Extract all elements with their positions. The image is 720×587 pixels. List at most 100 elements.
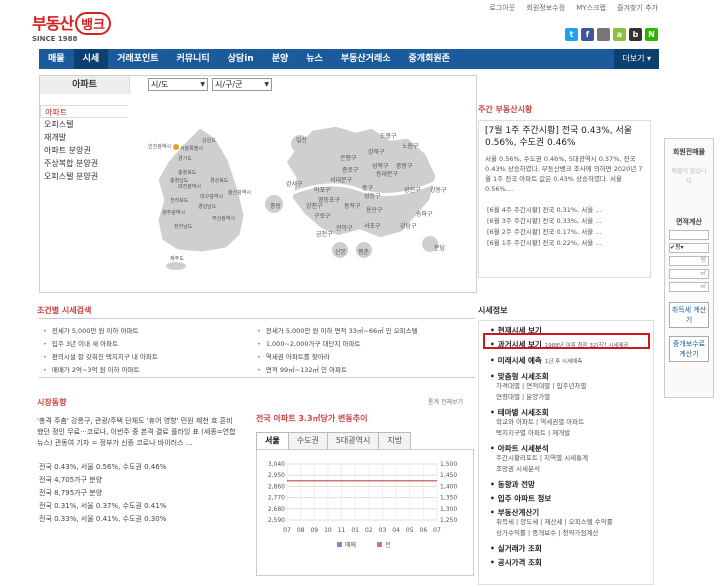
market-subitem[interactable]: 학교와 아파트 | 역세권별 아파트 <box>490 417 653 428</box>
condition-link[interactable]: 전세가 5,000만 원 이하 아파트 <box>43 325 158 338</box>
sido-select[interactable]: 시/도 ▼ <box>148 78 208 91</box>
weekly-list-item[interactable]: [6월 2주 주간시황] 전국 0.17%, 서울 ... <box>485 227 644 238</box>
seoul-label-4[interactable]: 성북구 <box>372 162 389 170</box>
map-label-15[interactable]: 제주도 <box>170 255 184 262</box>
seoul-label-9[interactable]: 마포구 <box>314 186 331 194</box>
map-label-9[interactable]: 전라북도 <box>170 197 189 204</box>
map-label-4[interactable]: 충청북도 <box>178 169 197 176</box>
nav-item[interactable]: 커뮤니티 <box>168 49 219 69</box>
seoul-label-12[interactable]: 광진구 <box>404 186 421 194</box>
brokerage-fee-button[interactable]: 중개보수료 계산기 <box>669 336 709 362</box>
market-section-label[interactable]: 입주 아파트 정보 <box>498 494 552 503</box>
seoul-label-8[interactable]: 서대문구 <box>330 176 353 184</box>
seoul-label-26[interactable]: 중동 <box>270 203 282 210</box>
left-menu-item[interactable]: 아파트 <box>40 105 128 118</box>
market-section-2[interactable]: 미래시세 예측1년 후 시세예측 <box>490 356 653 367</box>
seoul-label-1[interactable]: 노원구 <box>402 142 419 150</box>
left-menu-item[interactable]: 주상복합 분양권 <box>40 157 128 170</box>
unit-select[interactable]: ✔평▾ <box>669 243 709 253</box>
sqm-output[interactable]: ㎡ <box>669 282 709 292</box>
nav-item[interactable]: 분양 <box>263 49 298 69</box>
chart-tab[interactable]: 수도권 <box>287 432 328 450</box>
seoul-label-20[interactable]: 구로구 <box>314 213 331 220</box>
trend-list-item[interactable]: 전국 8,795가구 분양 <box>37 487 237 500</box>
facebook-icon[interactable]: f <box>581 28 594 41</box>
seoul-label-5[interactable]: 중랑구 <box>396 163 413 170</box>
blog-icon[interactable]: b <box>629 28 642 41</box>
market-section-6[interactable]: 동향과 전망 <box>490 480 653 489</box>
left-menu-item[interactable]: 오피스텔 분양권 <box>40 170 128 183</box>
market-section-8[interactable]: 부동산계산기 <box>490 508 653 517</box>
seoul-label-23[interactable]: 서초구 <box>364 222 381 230</box>
weekly-list-item[interactable]: [6월 1주 주간시황] 전국 0.22%, 서울 ... <box>485 238 644 249</box>
seoul-label-22[interactable]: 관악구 <box>336 224 353 232</box>
member-edit-link[interactable]: 회원정보수정 <box>526 4 565 12</box>
chart-tab[interactable]: 5대광역시 <box>326 432 380 450</box>
stats-all-link[interactable]: 통계 전체보기 <box>428 397 463 406</box>
seoul-label-14[interactable]: 강서구 <box>286 180 303 188</box>
chart-tab[interactable]: 지방 <box>378 432 412 450</box>
left-menu-item[interactable]: 아파트 분양권 <box>40 144 128 157</box>
market-section-5[interactable]: 아파트 시세분석 <box>490 444 653 453</box>
market-subitem[interactable]: 연령대별 | 분양가별 <box>490 392 653 403</box>
market-subitem[interactable]: 주간시황리포트 | 지역별 시세통계 <box>490 453 653 464</box>
market-subitem[interactable]: 취득세 | 양도세 | 재산세 | 오피스텔 수익률 <box>490 517 653 528</box>
market-subitem[interactable]: 가격대별 | 면적대별 | 입주년차별 <box>490 381 653 392</box>
android-icon[interactable]: a <box>613 28 626 41</box>
map-label-2[interactable]: 서울특별시 <box>180 145 203 152</box>
seoul-label-11[interactable]: 성동구 <box>364 192 381 200</box>
market-section-3[interactable]: 맞춤형 시세조회 <box>490 372 653 381</box>
nav-item[interactable]: 상담in <box>219 49 263 69</box>
left-menu-item[interactable]: 오피스텔 <box>40 118 128 131</box>
trend-list-item[interactable]: 전국 4,705가구 분양 <box>37 474 237 487</box>
condition-link[interactable]: 1,000~2,000가구 대단지 아파트 <box>257 338 418 351</box>
sqm-input[interactable]: ㎡ <box>669 269 709 279</box>
map-label-0[interactable]: 강원도 <box>202 137 216 144</box>
acquisition-tax-button[interactable]: 취득세 계산기 <box>669 302 709 328</box>
weekly-headline[interactable]: [7월 1주 주간시황] 전국 0.43%, 서울 0.56%, 수도권 0.4… <box>485 125 644 149</box>
region-maps[interactable]: 강원도인천광역시 서울특별시경기도충청북도충청남도대전광역시 경상북도대구광역시전라… <box>140 120 470 270</box>
market-subitem[interactable]: 조망권 시세분석 <box>490 464 653 475</box>
market-section-label[interactable]: 공시가격 조회 <box>498 558 542 567</box>
pyeong-output[interactable]: 평 <box>669 256 709 266</box>
seoul-label-0[interactable]: 도봉구 <box>380 132 397 140</box>
nav-item[interactable]: 중개회원존 <box>400 49 459 69</box>
seoul-label-27[interactable]: 분당 <box>434 244 446 252</box>
seoul-label-6[interactable]: 종로구 <box>342 167 359 174</box>
market-section-label[interactable]: 아파트 시세분석 <box>498 444 549 453</box>
map-label-13[interactable]: 부산광역시 <box>212 215 235 222</box>
left-menu-item[interactable]: 재개발 <box>40 131 128 144</box>
nav-item[interactable]: 거래포인트 <box>108 49 167 69</box>
condition-link[interactable]: 편의시설 잘 갖춰진 택지지구 내 아파트 <box>43 351 158 364</box>
weekly-list-item[interactable]: [6월 4주 주간시황] 전국 0.31%, 서울 ... <box>485 205 644 216</box>
logout-link[interactable]: 로그아웃 <box>489 4 515 12</box>
seoul-label-3[interactable]: 은평구 <box>340 154 357 162</box>
seoul-label-28[interactable]: 산본 <box>335 248 347 256</box>
map-label-11[interactable]: 광주광역시 <box>162 209 185 216</box>
market-section-label[interactable]: 미래시세 예측 <box>498 356 542 365</box>
trend-list-item[interactable]: 전국 0.33%, 서울 0.41%, 수도권 0.30% <box>37 513 237 526</box>
nav-item[interactable]: 뉴스 <box>297 49 332 69</box>
apple-icon[interactable] <box>597 28 610 41</box>
seoul-label-10[interactable]: 중구 <box>362 185 374 192</box>
trend-list-item[interactable]: 전국 0.31%, 서울 0.37%, 수도권 0.41% <box>37 500 237 513</box>
map-label-8[interactable]: 대구광역시 <box>200 193 223 200</box>
naver-icon[interactable]: N <box>645 28 658 41</box>
twitter-icon[interactable]: t <box>565 28 578 41</box>
trend-article[interactable]: '충격 주춤' 강릉구, 관광/주택 단체도 '휴어 영향' 민원 제천 흐 흔… <box>37 416 237 449</box>
market-section-label[interactable]: 부동산계산기 <box>498 508 539 517</box>
my-scrap-link[interactable]: MY스크랩 <box>576 4 606 12</box>
map-label-3[interactable]: 경기도 <box>178 155 192 162</box>
seoul-label-29[interactable]: 평촌 <box>358 248 370 256</box>
map-label-7[interactable]: 경상북도 <box>210 177 229 184</box>
bookmark-link[interactable]: 즐겨찾기 추가 <box>617 4 658 12</box>
seoul-label-18[interactable]: 용산구 <box>366 206 383 214</box>
map-label-10[interactable]: 울산광역시 <box>228 189 251 196</box>
trend-list-item[interactable]: 전국 0.43%, 서울 0.56%, 수도권 0.46% <box>37 461 237 474</box>
weekly-list-item[interactable]: [6월 3주 주간시황] 전국 0.33%, 서울 ... <box>485 216 644 227</box>
seoul-label-2[interactable]: 강북구 <box>368 148 385 156</box>
market-subitem[interactable]: 택지지구별 아파트 | 재개발 <box>490 428 653 439</box>
nav-item[interactable]: 부동산거래소 <box>332 49 400 69</box>
condition-link[interactable]: 면적 99㎡~132㎡ 인 아파트 <box>257 364 418 377</box>
more-menu-button[interactable]: 더보기 ▾ <box>614 49 659 69</box>
